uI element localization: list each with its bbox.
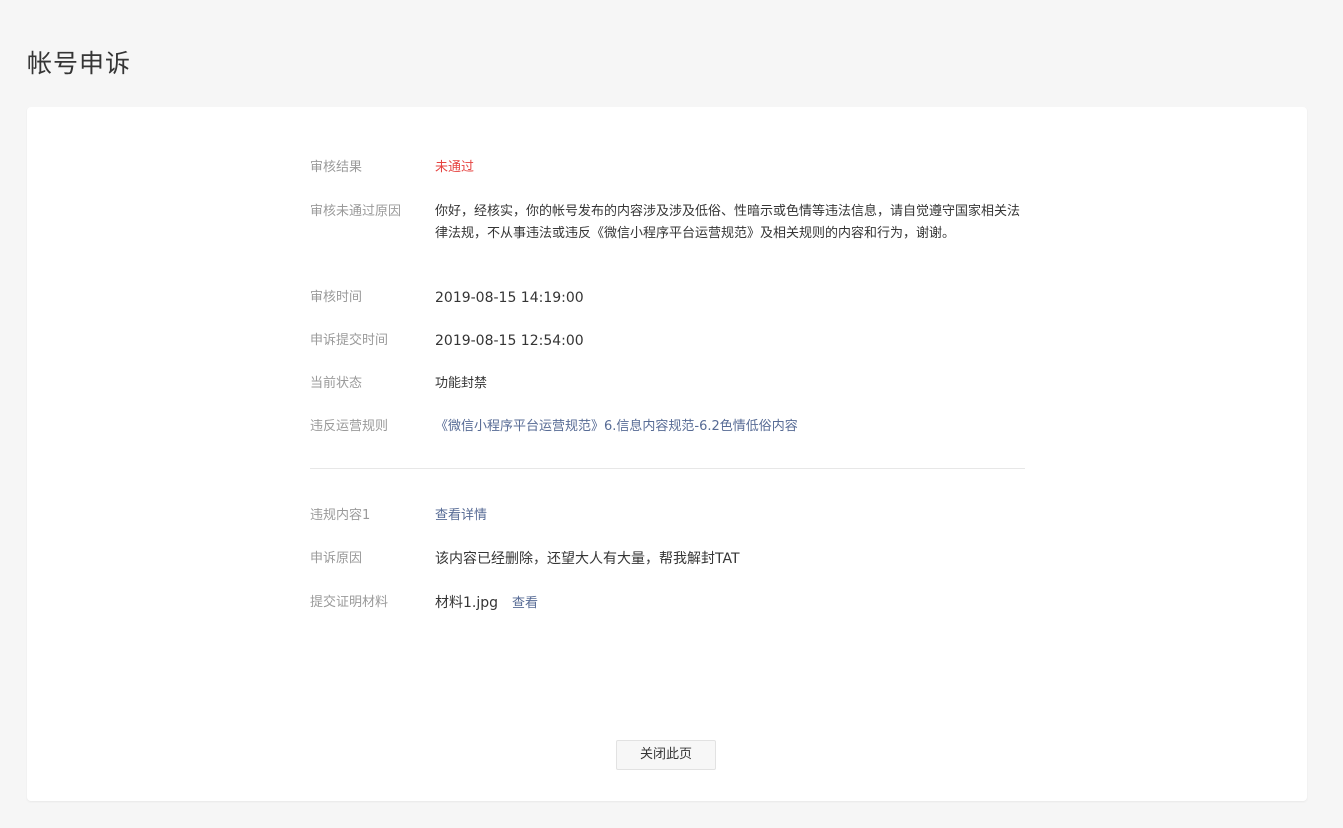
current-status-label: 当前状态 xyxy=(310,376,363,391)
page-title: 帐号申诉 xyxy=(27,49,132,78)
review-reason-value: 你好，经核实，你的帐号发布的内容涉及涉及低俗、性暗示或色情等违法信息，请自觉遵守… xyxy=(435,204,1021,241)
view-details-link[interactable]: 查看详情 xyxy=(435,505,1025,527)
appeal-reason-label: 申诉原因 xyxy=(310,551,363,566)
proof-file-name: 材料1.jpg xyxy=(435,595,499,611)
review-result-value: 未通过 xyxy=(435,160,475,175)
proof-material-label: 提交证明材料 xyxy=(310,595,389,610)
section-divider xyxy=(310,468,1025,469)
review-result-label: 审核结果 xyxy=(310,160,363,175)
proof-material-value: 材料1.jpg 查看 xyxy=(435,592,1025,615)
violated-rule-label: 违反运营规则 xyxy=(310,419,389,434)
close-page-button[interactable]: 关闭此页 xyxy=(616,740,716,770)
submit-time-label: 申诉提交时间 xyxy=(310,333,389,348)
current-status-value: 功能封禁 xyxy=(435,376,488,391)
review-time-value: 2019-08-15 14:19:00 xyxy=(435,290,584,306)
violation-content-label: 违规内容1 xyxy=(310,508,371,523)
appeal-detail-card: 审核结果 未通过 审核未通过原因 你好，经核实，你的帐号发布的内容涉及涉及低俗、… xyxy=(27,107,1307,801)
violated-rule-link[interactable]: 《微信小程序平台运营规范》6.信息内容规范-6.2色情低俗内容 xyxy=(435,416,1025,438)
appeal-reason-value: 该内容已经删除，还望大人有大量，帮我解封TAT xyxy=(435,551,740,567)
review-reason-label: 审核未通过原因 xyxy=(310,204,402,219)
review-time-label: 审核时间 xyxy=(310,290,363,305)
submit-time-value: 2019-08-15 12:54:00 xyxy=(435,333,584,349)
view-file-link[interactable]: 查看 xyxy=(512,596,538,611)
